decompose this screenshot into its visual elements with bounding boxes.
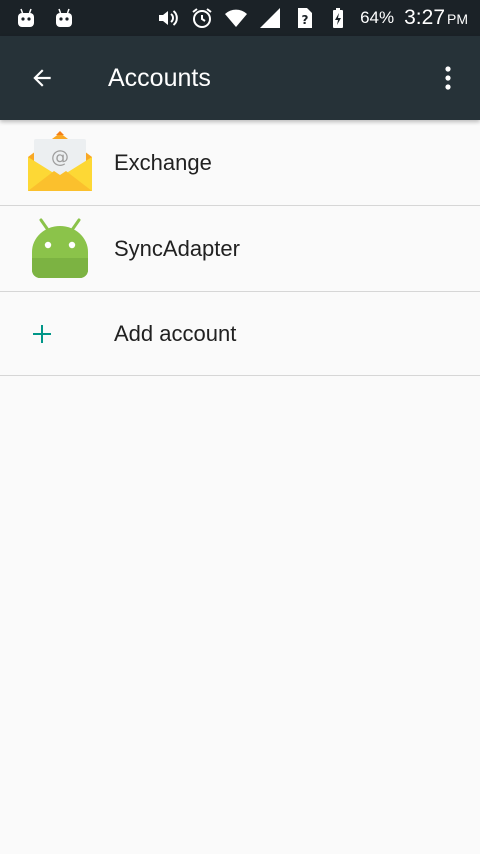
- clock-time: 3:27: [404, 6, 445, 29]
- wifi-icon: [225, 9, 248, 27]
- system-icons: ? 64% 3:27 PM: [156, 0, 468, 36]
- android-robot-icon: [18, 8, 34, 27]
- account-label: SyncAdapter: [114, 235, 240, 261]
- svg-text:@: @: [51, 147, 69, 168]
- overflow-menu-button[interactable]: [428, 54, 468, 102]
- arrow-back-icon: [33, 69, 51, 87]
- android-robot-icon: [24, 213, 96, 285]
- cellular-signal-icon: [260, 8, 281, 28]
- android-robot-icon: [56, 8, 72, 27]
- volume-icon: [159, 10, 178, 26]
- account-item-exchange[interactable]: @ Exchange: [0, 120, 480, 206]
- status-bar: ? 64% 3:27 PM: [0, 0, 480, 36]
- account-item-syncadapter[interactable]: SyncAdapter: [0, 206, 480, 292]
- back-button[interactable]: [18, 54, 66, 102]
- battery-percent: 64%: [360, 8, 395, 27]
- exchange-mail-icon: @: [24, 127, 96, 199]
- clock-ampm: PM: [447, 11, 468, 27]
- plus-icon: [24, 298, 60, 370]
- account-list: @ Exchange SyncAdapter Add account: [0, 120, 480, 376]
- sim-unknown-icon: ?: [298, 8, 313, 28]
- more-vert-icon: [445, 66, 451, 90]
- app-bar: Accounts: [0, 36, 480, 120]
- page-title: Accounts: [108, 64, 211, 92]
- notification-icons: [14, 6, 76, 30]
- add-account-label: Add account: [114, 320, 237, 346]
- account-label: Exchange: [114, 149, 212, 175]
- svg-text:?: ?: [302, 13, 309, 27]
- alarm-icon: [192, 8, 212, 28]
- battery-charging-icon: [333, 8, 344, 28]
- add-account-button[interactable]: Add account: [0, 292, 480, 376]
- clock: 3:27 PM: [404, 6, 468, 30]
